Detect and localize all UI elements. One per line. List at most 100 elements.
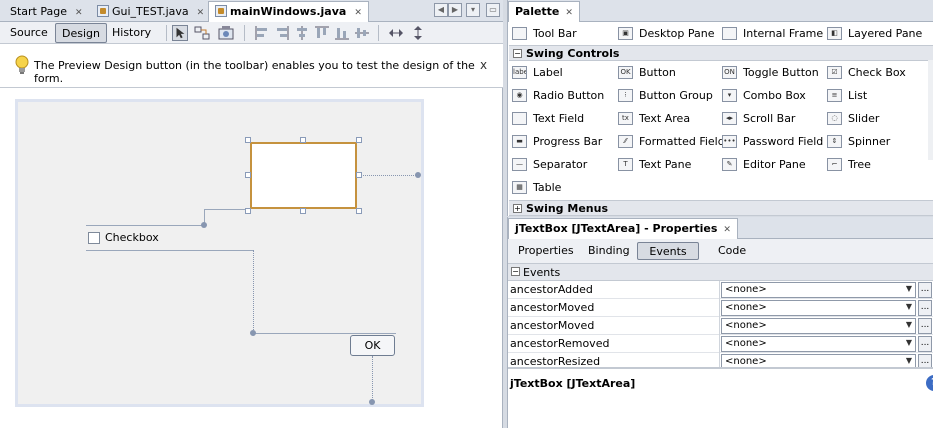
description-area: jTextBox [JTextArea] ? <box>508 367 933 428</box>
event-name: ancestorAdded <box>510 283 593 296</box>
event-handler-select[interactable]: <none> ▼ <box>721 282 916 298</box>
category-swing-controls[interactable]: − Swing Controls <box>509 45 933 61</box>
event-row: ancestorMoved <none> ▼... <box>508 317 933 335</box>
scroll-right-icon[interactable]: ▶ <box>448 3 462 17</box>
table-icon: ▦ <box>512 181 527 194</box>
resize-vertical-icon[interactable] <box>410 25 426 41</box>
event-name: ancestorMoved <box>510 301 595 314</box>
close-icon[interactable]: ✕ <box>723 225 731 235</box>
event-handler-value: <none> <box>725 356 767 367</box>
tab-events[interactable]: Events <box>637 242 699 260</box>
event-handler-select[interactable]: <none> ▼ <box>721 336 916 352</box>
close-icon[interactable]: ✕ <box>565 8 573 18</box>
properties-tab[interactable]: jTextBox [JTextArea] - Properties ✕ <box>508 218 738 239</box>
event-row: ancestorMoved <none> ▼... <box>508 299 933 317</box>
event-more-button[interactable]: ... <box>918 318 932 334</box>
event-handler-value: <none> <box>725 338 767 349</box>
palette-item-label: Check Box <box>848 66 906 79</box>
event-more-button[interactable]: ... <box>918 300 932 316</box>
align-top-icon[interactable] <box>314 25 330 41</box>
events-section-header[interactable]: − Events <box>508 264 933 281</box>
connection-mode-icon[interactable] <box>194 25 210 41</box>
resize-handle[interactable] <box>356 172 362 178</box>
palette-title: Palette <box>515 5 560 18</box>
event-name: ancestorMoved <box>510 319 595 332</box>
palette-tab[interactable]: Palette ✕ <box>508 1 580 22</box>
event-more-button[interactable]: ... <box>918 354 932 367</box>
tab-main-windows[interactable]: mainWindows.java ✕ <box>208 1 369 23</box>
center-vertically-icon[interactable] <box>354 25 370 41</box>
dropdown-arrow-icon: ▼ <box>905 338 912 347</box>
palette-item-label: List <box>848 89 868 102</box>
dropdown-arrow-icon: ▼ <box>905 284 912 293</box>
tab-start-page[interactable]: Start Page ✕ <box>4 2 89 22</box>
dropdown-arrow-icon: ▼ <box>905 320 912 329</box>
ok-button[interactable]: OK <box>350 335 395 356</box>
close-icon[interactable]: ✕ <box>75 8 83 18</box>
resize-handle[interactable] <box>356 137 362 143</box>
category-swing-menus[interactable]: + Swing Menus <box>509 200 933 216</box>
tab-binding[interactable]: Binding <box>580 242 638 260</box>
dropdown-arrow-icon: ▼ <box>905 356 912 365</box>
selection-mode-icon[interactable] <box>172 25 188 41</box>
design-form-canvas[interactable] <box>15 99 424 407</box>
resize-handle[interactable] <box>356 208 362 214</box>
category-label: Swing Controls <box>526 47 620 60</box>
event-name: ancestorResized <box>510 355 601 367</box>
document-tab-bar: Start Page ✕ Gui_TEST.java ✕ mainWindows.j… <box>0 0 503 23</box>
collapse-icon[interactable]: − <box>513 49 522 58</box>
align-left-icon[interactable] <box>254 25 270 41</box>
event-handler-select[interactable]: <none> ▼ <box>721 300 916 316</box>
event-handler-select[interactable]: <none> ▼ <box>721 318 916 334</box>
align-right-icon[interactable] <box>274 25 290 41</box>
event-name: ancestorRemoved <box>510 337 610 350</box>
anchor-dot <box>201 222 207 228</box>
spinner-icon: ⇕ <box>827 135 842 148</box>
editor-mode-toolbar: Source Design History <box>0 22 503 44</box>
align-bottom-icon[interactable] <box>334 25 350 41</box>
tab-code[interactable]: Code <box>710 242 754 260</box>
event-more-button[interactable]: ... <box>918 336 932 352</box>
event-handler-select[interactable]: <none> ▼ <box>721 354 916 367</box>
maximize-icon[interactable]: ▭ <box>486 3 500 17</box>
help-icon[interactable]: ? <box>926 375 933 391</box>
resize-handle[interactable] <box>300 208 306 214</box>
scroll-left-icon[interactable]: ◀ <box>434 3 448 17</box>
check-box-icon: ☑ <box>827 66 842 79</box>
palette-item-label: Button <box>639 66 676 79</box>
close-hint-icon[interactable]: x <box>480 58 487 72</box>
preview-design-icon[interactable] <box>218 25 234 41</box>
resize-handle[interactable] <box>245 208 251 214</box>
palette-item-label: Slider <box>848 112 880 125</box>
toolbar-icon <box>512 27 527 40</box>
resize-horizontal-icon[interactable] <box>388 25 404 41</box>
checkbox-square[interactable] <box>88 232 100 244</box>
close-icon[interactable]: ✕ <box>197 8 205 18</box>
tab-properties[interactable]: Properties <box>510 242 582 260</box>
event-more-button[interactable]: ... <box>918 282 932 298</box>
palette-item-label: Editor Pane <box>743 158 806 171</box>
design-button[interactable]: Design <box>55 23 107 43</box>
palette-scrollbar[interactable] <box>928 60 933 160</box>
tab-gui-test[interactable]: Gui_TEST.java ✕ <box>91 2 210 22</box>
list-icon: ≡ <box>827 89 842 102</box>
palette-item-label: Scroll Bar <box>743 112 796 125</box>
center-horizontally-icon[interactable] <box>294 25 310 41</box>
expand-icon[interactable]: + <box>513 204 522 213</box>
source-button[interactable]: Source <box>4 23 54 43</box>
palette-item-label: Formatted Field <box>639 135 725 148</box>
close-icon[interactable]: ✕ <box>354 8 362 18</box>
palette-item-label: Layered Pane <box>848 27 923 40</box>
collapse-icon[interactable]: − <box>511 267 520 276</box>
resize-handle[interactable] <box>245 137 251 143</box>
resize-handle[interactable] <box>300 137 306 143</box>
hint-message: The Preview Design button (in the toolba… <box>34 59 475 85</box>
label-icon: label <box>512 66 527 79</box>
history-button[interactable]: History <box>106 23 157 43</box>
resize-handle[interactable] <box>245 172 251 178</box>
tab-label: Gui_TEST.java <box>112 5 189 18</box>
tab-list-icon[interactable]: ▾ <box>466 3 480 17</box>
palette-item-label: Table <box>533 181 562 194</box>
selected-text-area[interactable] <box>250 142 357 209</box>
editor-pane-icon: ✎ <box>722 158 737 171</box>
